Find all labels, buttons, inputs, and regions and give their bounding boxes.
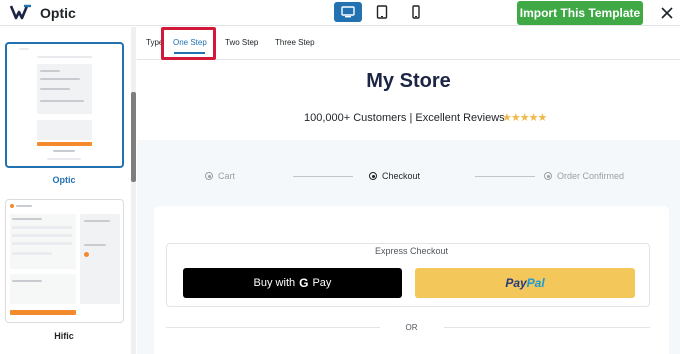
wpforms-logo-icon xyxy=(10,4,31,20)
thumb-line xyxy=(40,88,70,90)
store-tagline: 100,000+ Customers | Excellent Reviews xyxy=(304,112,505,124)
thumb-order-button xyxy=(10,310,76,315)
step-label: Cart xyxy=(218,171,236,181)
template-thumbnail-hific[interactable] xyxy=(5,199,124,323)
thumb-order-button xyxy=(37,142,92,146)
google-pay-button[interactable]: Buy with G Pay xyxy=(183,268,402,298)
thumb-sidebar-block xyxy=(80,214,120,304)
thumb-line xyxy=(37,56,92,58)
step-connector xyxy=(475,176,535,177)
google-g-icon: G xyxy=(299,276,309,290)
step-radio-icon xyxy=(205,172,213,180)
tablet-icon xyxy=(376,5,388,19)
step-label: Order Confirmed xyxy=(557,171,625,181)
thumb-line xyxy=(40,100,84,102)
step-connector xyxy=(293,176,353,177)
thumb-line xyxy=(12,252,52,255)
step-checkout: Checkout xyxy=(369,171,420,181)
template-preview: My Store 100,000+ Customers | Excellent … xyxy=(137,61,680,354)
template-label-hific: Hific xyxy=(54,331,74,341)
thumb-block xyxy=(10,274,76,304)
thumb-line xyxy=(16,205,32,207)
close-icon xyxy=(661,7,673,19)
step-radio-icon xyxy=(369,172,377,180)
thumb-line xyxy=(84,220,110,222)
thumb-line xyxy=(40,78,80,80)
checkout-card: Express Checkout Buy with G Pay Pay Pal O… xyxy=(154,206,669,354)
close-button[interactable] xyxy=(658,4,676,22)
store-title: My Store xyxy=(366,70,451,92)
tab-two-step[interactable]: Two Step xyxy=(225,38,258,47)
sidebar-scrollbar-thumb[interactable] xyxy=(131,92,136,182)
thumb-block xyxy=(37,120,92,140)
paypal-button[interactable]: Pay Pal xyxy=(415,268,635,298)
rating-stars-icon: ★★★★★ xyxy=(502,112,547,124)
thumb-line xyxy=(12,234,72,237)
step-order-confirmed: Order Confirmed xyxy=(544,171,624,181)
thumb-line xyxy=(40,70,60,72)
device-switcher xyxy=(334,2,430,22)
app-title: Optic xyxy=(40,5,76,21)
step-label: Checkout xyxy=(382,171,421,181)
thumb-line xyxy=(12,226,72,229)
paypal-logo-pal: Pal xyxy=(526,276,545,290)
thumb-line xyxy=(47,158,81,160)
mobile-view-button[interactable] xyxy=(402,2,430,22)
express-checkout-label: Express Checkout xyxy=(154,246,669,256)
desktop-view-button[interactable] xyxy=(334,2,362,22)
mobile-icon xyxy=(412,5,420,19)
thumb-logo xyxy=(10,204,14,208)
highlight-annotation-box xyxy=(161,27,216,60)
store-header: My Store 100,000+ Customers | Excellent … xyxy=(137,61,680,140)
template-label-optic: Optic xyxy=(52,175,76,185)
step-cart: Cart xyxy=(205,171,235,181)
thumb-line xyxy=(19,48,29,50)
desktop-icon xyxy=(341,6,355,18)
step-radio-icon xyxy=(544,172,552,180)
paypal-logo-pay: Pay xyxy=(505,276,527,290)
gpay-prefix: Buy with xyxy=(253,277,296,289)
thumb-line xyxy=(84,244,106,246)
checkout-type-tabs: Type One Step Two Step Three Step xyxy=(137,27,680,60)
tablet-view-button[interactable] xyxy=(368,2,396,22)
import-template-button[interactable]: Import This Template xyxy=(517,1,643,25)
sidebar-scrollbar-track[interactable] xyxy=(131,27,136,354)
checkout-steps: Cart Checkout Order Confirmed xyxy=(137,140,680,206)
thumb-line xyxy=(53,150,75,152)
express-checkout-text: Express Checkout xyxy=(370,246,453,256)
thumb-line xyxy=(12,242,72,245)
tab-three-step[interactable]: Three Step xyxy=(275,38,315,47)
thumb-line xyxy=(12,218,42,220)
template-thumbnail-optic[interactable] xyxy=(5,42,124,168)
template-sidebar: Optic Hific xyxy=(0,27,136,354)
top-bar: Optic Import This Template xyxy=(0,0,680,26)
thumb-avatar xyxy=(84,252,89,257)
thumb-line xyxy=(12,280,42,282)
gpay-suffix: Pay xyxy=(312,277,332,289)
or-separator: OR xyxy=(405,323,418,332)
